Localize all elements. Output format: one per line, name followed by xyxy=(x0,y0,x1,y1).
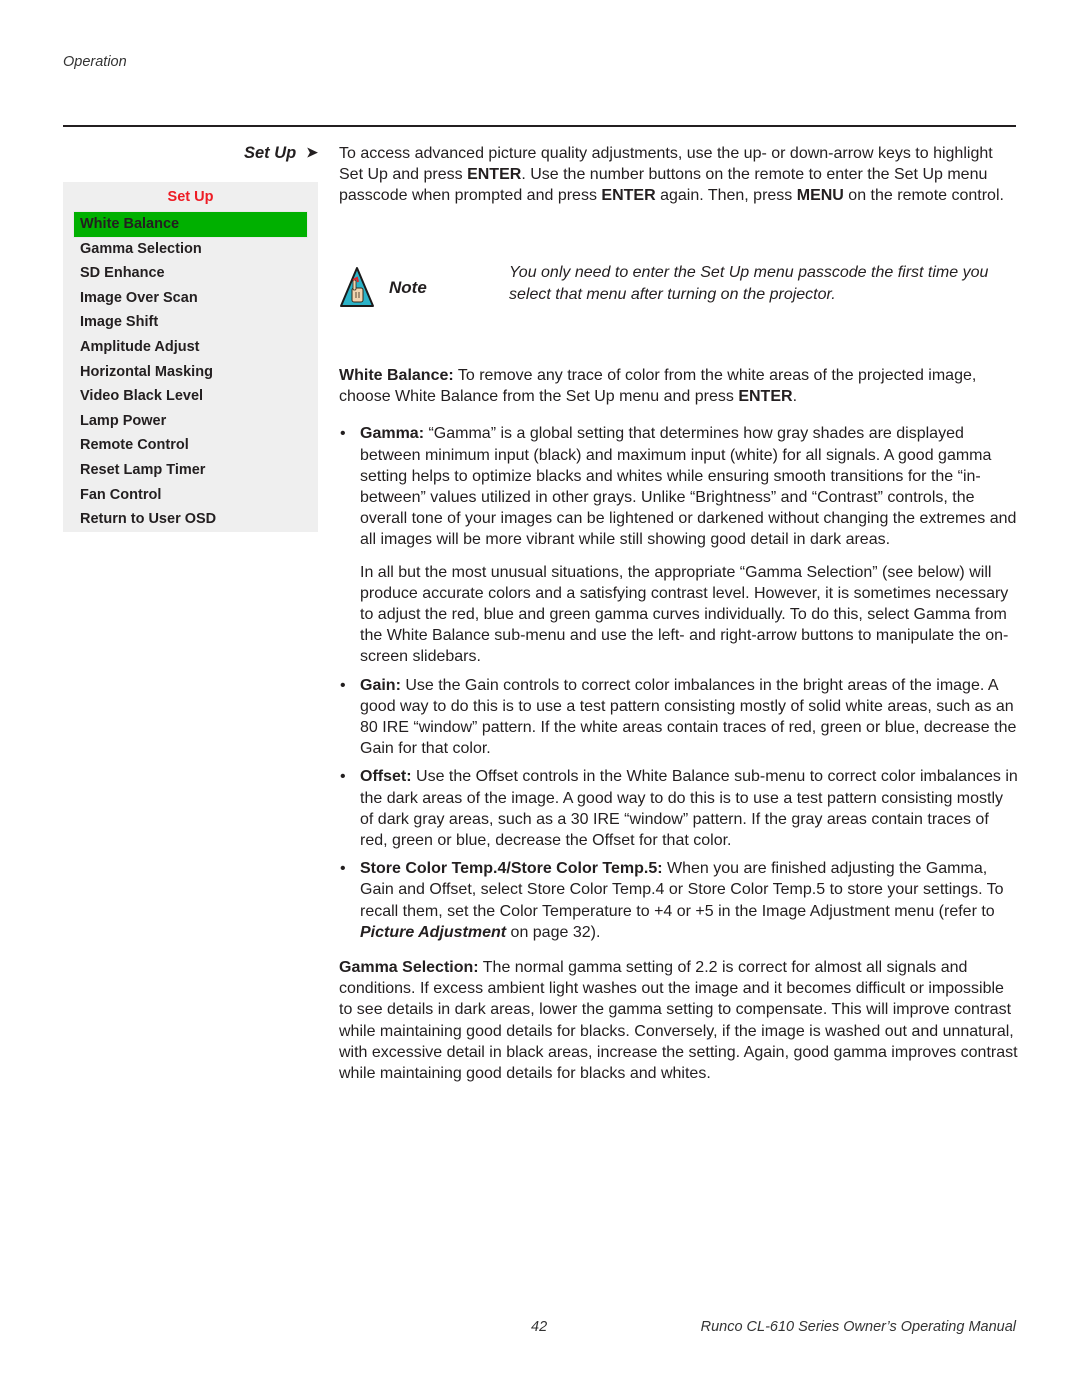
osd-menu-item: Image Shift xyxy=(80,314,159,331)
gamma-text: “Gamma” is a global setting that determi… xyxy=(360,425,1017,549)
white-balance-section: White Balance: To remove any trace of co… xyxy=(339,349,1019,1100)
header-rule xyxy=(63,125,1016,127)
osd-menu-item: Remote Control xyxy=(80,437,189,454)
osd-menu-illustration: Set Up White Balance Gamma Selection SD … xyxy=(63,182,318,532)
osd-menu-item: Gamma Selection xyxy=(80,240,202,257)
side-heading-text: Set Up xyxy=(244,144,297,162)
osd-menu-item: Video Black Level xyxy=(80,388,204,405)
intro-paragraph: To access advanced picture quality adjus… xyxy=(339,143,1019,207)
osd-menu-item: Lamp Power xyxy=(80,412,167,429)
note-text: You only need to enter the Set Up menu p… xyxy=(509,264,989,303)
intro-text: again. Then, press xyxy=(655,187,797,205)
running-header: Operation xyxy=(63,54,127,70)
osd-menu-item: Fan Control xyxy=(80,486,162,503)
offset-term: Offset: xyxy=(360,768,412,786)
osd-menu-title: Set Up xyxy=(167,189,214,205)
osd-menu-item: Reset Lamp Timer xyxy=(80,461,206,478)
key-enter: ENTER xyxy=(467,166,522,184)
osd-menu-list: White Balance Gamma Selection SD Enhance… xyxy=(63,211,318,532)
store-color-temp-text: on page 32). xyxy=(506,923,601,941)
bullet-gamma: Gamma: “Gamma” is a global setting that … xyxy=(339,423,1019,550)
key-enter: ENTER xyxy=(738,388,793,406)
gamma-selection-text: The normal gamma setting of 2.2 is corre… xyxy=(339,959,1018,1083)
osd-menu-item: Image Over Scan xyxy=(80,289,198,306)
intro-text: on the remote control. xyxy=(843,187,1004,205)
picture-adjustment-link[interactable]: Picture Adjustment xyxy=(360,924,506,941)
manual-title: Runco CL-610 Series Owner’s Operating Ma… xyxy=(700,1319,1016,1335)
gamma-selection-term: Gamma Selection: xyxy=(339,959,479,977)
white-balance-term: White Balance: xyxy=(339,367,454,384)
osd-menu-item: Amplitude Adjust xyxy=(80,338,200,355)
osd-menu-item-selected: White Balance xyxy=(73,211,308,238)
key-enter: ENTER xyxy=(601,187,656,205)
note-hand-icon xyxy=(340,267,374,307)
key-menu: MENU xyxy=(796,187,844,205)
gamma-selection-paragraph: Gamma Selection: The normal gamma settin… xyxy=(339,957,1019,1084)
white-balance-paragraph: White Balance: To remove any trace of co… xyxy=(339,365,1019,407)
right-arrowhead-icon: ➤ xyxy=(306,144,318,160)
osd-menu-item: Return to User OSD xyxy=(80,511,217,528)
bullet-offset: Offset: Use the Offset controls in the W… xyxy=(339,766,1019,851)
gain-text: Use the Gain controls to correct color i… xyxy=(360,676,1017,758)
side-heading: Set Up ➤ xyxy=(63,144,318,163)
bullet-store-color-temp: Store Color Temp.4/Store Color Temp.5: W… xyxy=(339,858,1019,943)
gamma-extra-paragraph: In all but the most unusual situations, … xyxy=(360,563,1009,666)
note-label: Note xyxy=(389,278,427,297)
osd-menu-item: SD Enhance xyxy=(80,265,165,282)
gain-term: Gain: xyxy=(360,676,401,694)
note-callout: Note You only need to enter the Set Up m… xyxy=(339,262,1019,312)
offset-text: Use the Offset controls in the White Bal… xyxy=(360,768,1018,850)
osd-menu-item: Horizontal Masking xyxy=(80,363,213,380)
white-balance-text: . xyxy=(792,388,798,406)
store-color-temp-term: Store Color Temp.4/Store Color Temp.5: xyxy=(360,860,663,878)
page-number: 42 xyxy=(531,1319,548,1335)
bullet-gain: Gain: Use the Gain controls to correct c… xyxy=(339,675,1019,760)
gamma-term: Gamma: xyxy=(360,425,425,443)
